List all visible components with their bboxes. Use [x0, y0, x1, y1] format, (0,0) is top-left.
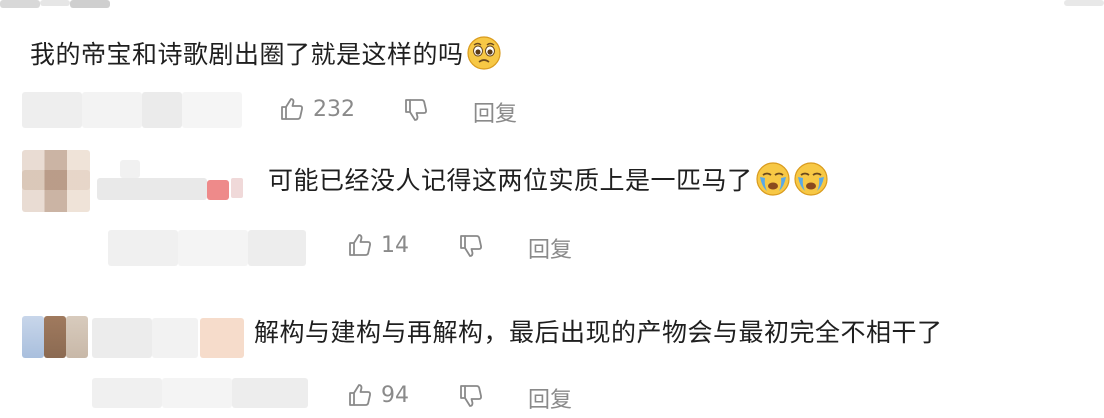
avatar [44, 316, 66, 358]
comment-body: 我的帝宝和诗歌剧出圈了就是这样的吗 [30, 35, 502, 74]
dislike-button[interactable] [458, 383, 484, 409]
comment-text: 解构与建构与再解构，最后出现的产物会与最初完全不相干了 [254, 318, 943, 347]
comment-text: 我的帝宝和诗歌剧出圈了就是这样的吗 [30, 40, 464, 69]
crying-face-icon [793, 161, 829, 197]
user-badge [200, 318, 244, 358]
blurred-meta [82, 92, 142, 128]
like-count: 94 [381, 382, 409, 408]
like-count: 14 [381, 232, 409, 258]
blurred-meta [182, 92, 242, 128]
thumbs-up-icon [281, 98, 303, 120]
blurred-meta [178, 230, 248, 266]
reply-button[interactable]: 回复 [473, 96, 517, 128]
blurred-top-strip [0, 0, 40, 8]
blurred-top-corner [1064, 0, 1104, 6]
like-button[interactable]: 94 [347, 382, 409, 408]
blurred-username [92, 318, 152, 358]
thumbs-down-icon [405, 99, 427, 121]
like-button[interactable]: 232 [279, 96, 355, 122]
blurred-username [120, 160, 140, 178]
crying-face-icon [755, 161, 791, 197]
thumbs-down-icon [460, 385, 482, 407]
blurred-meta [232, 378, 308, 408]
thumbs-down-icon [460, 235, 482, 257]
dislike-button[interactable] [458, 233, 484, 259]
reply-button[interactable]: 回复 [528, 232, 572, 264]
comment-body: 可能已经没人记得这两位实质上是一匹马了 [268, 161, 829, 200]
like-button[interactable]: 14 [347, 232, 409, 258]
blurred-username [231, 178, 243, 198]
blurred-meta [142, 92, 182, 128]
blurred-meta [162, 378, 232, 408]
pleading-face-icon [466, 35, 502, 71]
like-count: 232 [313, 96, 355, 122]
blurred-top-strip [40, 0, 70, 6]
blurred-meta [248, 230, 306, 266]
user-badge [207, 180, 229, 200]
avatar [22, 316, 44, 358]
blurred-meta [92, 378, 162, 408]
blurred-meta [108, 230, 178, 266]
comment-body: 解构与建构与再解构，最后出现的产物会与最初完全不相干了 [254, 316, 943, 350]
blurred-username [152, 318, 198, 358]
blurred-top-strip [70, 0, 110, 8]
thumbs-up-icon [349, 234, 371, 256]
thumbs-up-icon [349, 384, 371, 406]
avatar [22, 170, 90, 190]
blurred-username [97, 178, 207, 200]
dislike-button[interactable] [403, 97, 429, 123]
reply-button[interactable]: 回复 [528, 382, 572, 414]
comment-text: 可能已经没人记得这两位实质上是一匹马了 [268, 166, 753, 195]
blurred-meta [22, 92, 82, 128]
avatar [66, 316, 88, 358]
